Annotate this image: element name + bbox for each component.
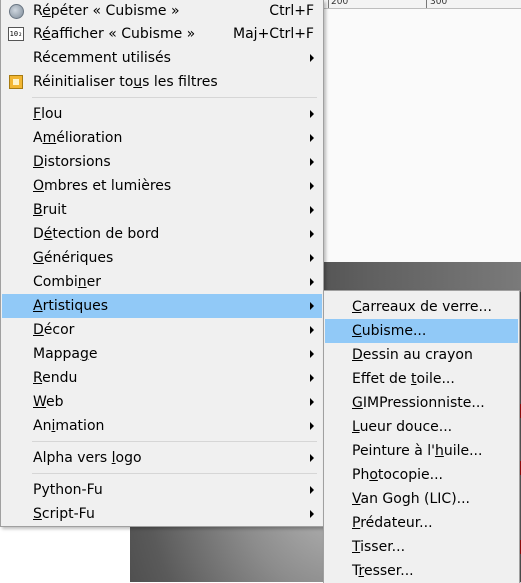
artistic-submenu: Carreaux de verre... Cubisme... Dessin a… xyxy=(323,290,520,583)
menu-item-label: Répéter « Cubisme » xyxy=(33,3,180,19)
ruler-label-300: 300 xyxy=(430,0,448,7)
menu-item-label: Alpha vers logo xyxy=(33,450,142,466)
submenu-item-label: Prédateur... xyxy=(352,515,433,531)
submenu-item-softglow[interactable]: Lueur douce... xyxy=(325,415,518,439)
menu-item-repeat[interactable]: Répéter « Cubisme » Ctrl+F xyxy=(2,0,322,23)
menu-item-label: Flou xyxy=(33,106,63,122)
submenu-arrow-icon xyxy=(310,350,314,358)
menu-item-label: Animation xyxy=(33,418,105,434)
submenu-arrow-icon xyxy=(310,254,314,262)
menu-item-animation[interactable]: Animation xyxy=(2,414,322,438)
submenu-arrow-icon xyxy=(310,510,314,518)
menu-item-enhance[interactable]: Amélioration xyxy=(2,126,322,150)
menu-separator xyxy=(32,473,317,474)
menu-item-python-fu[interactable]: Python-Fu xyxy=(2,478,322,502)
menu-item-web[interactable]: Web xyxy=(2,390,322,414)
submenu-arrow-icon xyxy=(310,486,314,494)
menu-item-label: Bruit xyxy=(33,202,67,218)
menu-item-combine[interactable]: Combiner xyxy=(2,270,322,294)
submenu-item-apply-canvas[interactable]: Effet de toile... xyxy=(325,367,518,391)
submenu-item-label: Cubisme... xyxy=(352,323,427,339)
submenu-arrow-icon xyxy=(310,398,314,406)
menu-item-light-shadow[interactable]: Ombres et lumières xyxy=(2,174,322,198)
submenu-arrow-icon xyxy=(310,302,314,310)
submenu-item-weave[interactable]: Tisser... xyxy=(325,535,518,559)
submenu-item-label: Peinture à l'huile... xyxy=(352,443,483,459)
menu-item-label: Distorsions xyxy=(33,154,111,170)
menu-item-label: Web xyxy=(33,394,64,410)
menu-item-label: Rendu xyxy=(33,370,78,386)
submenu-item-clothify[interactable]: Tresser... xyxy=(325,559,518,583)
menu-item-label: Combiner xyxy=(33,274,102,290)
menu-item-decor[interactable]: Décor xyxy=(2,318,322,342)
menu-item-reset-filters[interactable]: Réinitialiser tous les filtres xyxy=(2,70,322,94)
menu-item-recently-used[interactable]: Récemment utilisés xyxy=(2,46,322,70)
submenu-arrow-icon xyxy=(310,326,314,334)
submenu-arrow-icon xyxy=(310,422,314,430)
submenu-item-label: Photocopie... xyxy=(352,467,443,483)
submenu-item-label: GIMPressionniste... xyxy=(352,395,485,411)
menu-item-generic[interactable]: Génériques xyxy=(2,246,322,270)
submenu-item-pencil-drawing[interactable]: Dessin au crayon xyxy=(325,343,518,367)
submenu-item-cubism[interactable]: Cubisme... xyxy=(325,319,518,343)
menu-separator xyxy=(32,97,317,98)
menu-item-script-fu[interactable]: Script-Fu xyxy=(2,502,322,526)
submenu-arrow-icon xyxy=(310,454,314,462)
menu-item-artistic[interactable]: Artistiques xyxy=(2,294,322,318)
menu-item-label: Récemment utilisés xyxy=(33,50,171,66)
submenu-arrow-icon xyxy=(310,278,314,286)
submenu-arrow-icon xyxy=(310,230,314,238)
menu-item-distorts[interactable]: Distorsions xyxy=(2,150,322,174)
menu-item-alpha-to-logo[interactable]: Alpha vers logo xyxy=(2,446,322,470)
menu-item-label: Script-Fu xyxy=(33,506,95,522)
menu-item-label: Détection de bord xyxy=(33,226,160,242)
submenu-arrow-icon xyxy=(310,54,314,62)
menu-item-label: Réinitialiser tous les filtres xyxy=(33,74,218,90)
menu-separator xyxy=(32,441,317,442)
menu-item-label: Python-Fu xyxy=(33,482,103,498)
menu-item-noise[interactable]: Bruit xyxy=(2,198,322,222)
repeat-icon xyxy=(8,3,24,19)
menu-item-label: Mappage xyxy=(33,346,98,362)
menu-item-label: Décor xyxy=(33,322,75,338)
submenu-item-label: Van Gogh (LIC)... xyxy=(352,491,471,507)
submenu-arrow-icon xyxy=(310,206,314,214)
submenu-item-photocopy[interactable]: Photocopie... xyxy=(325,463,518,487)
menu-item-reshow[interactable]: 10₂ Réafficher « Cubisme » Maj+Ctrl+F xyxy=(2,22,322,46)
submenu-arrow-icon xyxy=(310,182,314,190)
menu-item-label: Génériques xyxy=(33,250,114,266)
submenu-arrow-icon xyxy=(310,374,314,382)
submenu-arrow-icon xyxy=(310,110,314,118)
shortcut-label: Maj+Ctrl+F xyxy=(233,26,314,42)
menu-item-edge-detect[interactable]: Détection de bord xyxy=(2,222,322,246)
menu-item-label: Artistiques xyxy=(33,298,109,314)
menu-item-label: Réafficher « Cubisme » xyxy=(33,26,196,42)
submenu-item-label: Carreaux de verre... xyxy=(352,299,492,315)
submenu-item-oilify[interactable]: Peinture à l'huile... xyxy=(325,439,518,463)
submenu-item-gimpressionist[interactable]: GIMPressionniste... xyxy=(325,391,518,415)
submenu-item-label: Dessin au crayon xyxy=(352,347,473,363)
menu-item-render[interactable]: Rendu xyxy=(2,366,322,390)
filters-menu: Répéter « Cubisme » Ctrl+F 10₂ Réaffiche… xyxy=(0,0,324,527)
menu-item-blur[interactable]: Flou xyxy=(2,102,322,126)
submenu-arrow-icon xyxy=(310,134,314,142)
submenu-item-label: Tresser... xyxy=(352,563,414,579)
reset-icon xyxy=(8,74,24,90)
ruler-tick xyxy=(426,0,427,8)
ruler-label-200: 200 xyxy=(331,0,349,7)
submenu-item-glass-tile[interactable]: Carreaux de verre... xyxy=(325,295,518,319)
submenu-arrow-icon xyxy=(310,158,314,166)
submenu-item-label: Lueur douce... xyxy=(352,419,453,435)
shortcut-label: Ctrl+F xyxy=(269,3,314,19)
submenu-item-label: Effet de toile... xyxy=(352,371,455,387)
menu-item-label: Ombres et lumières xyxy=(33,178,172,194)
menu-item-map[interactable]: Mappage xyxy=(2,342,322,366)
ruler-tick xyxy=(328,0,329,8)
submenu-item-label: Tisser... xyxy=(352,539,406,555)
submenu-item-predator[interactable]: Prédateur... xyxy=(325,511,518,535)
submenu-item-van-gogh[interactable]: Van Gogh (LIC)... xyxy=(325,487,518,511)
menu-item-label: Amélioration xyxy=(33,130,123,146)
reshow-icon: 10₂ xyxy=(8,26,24,42)
